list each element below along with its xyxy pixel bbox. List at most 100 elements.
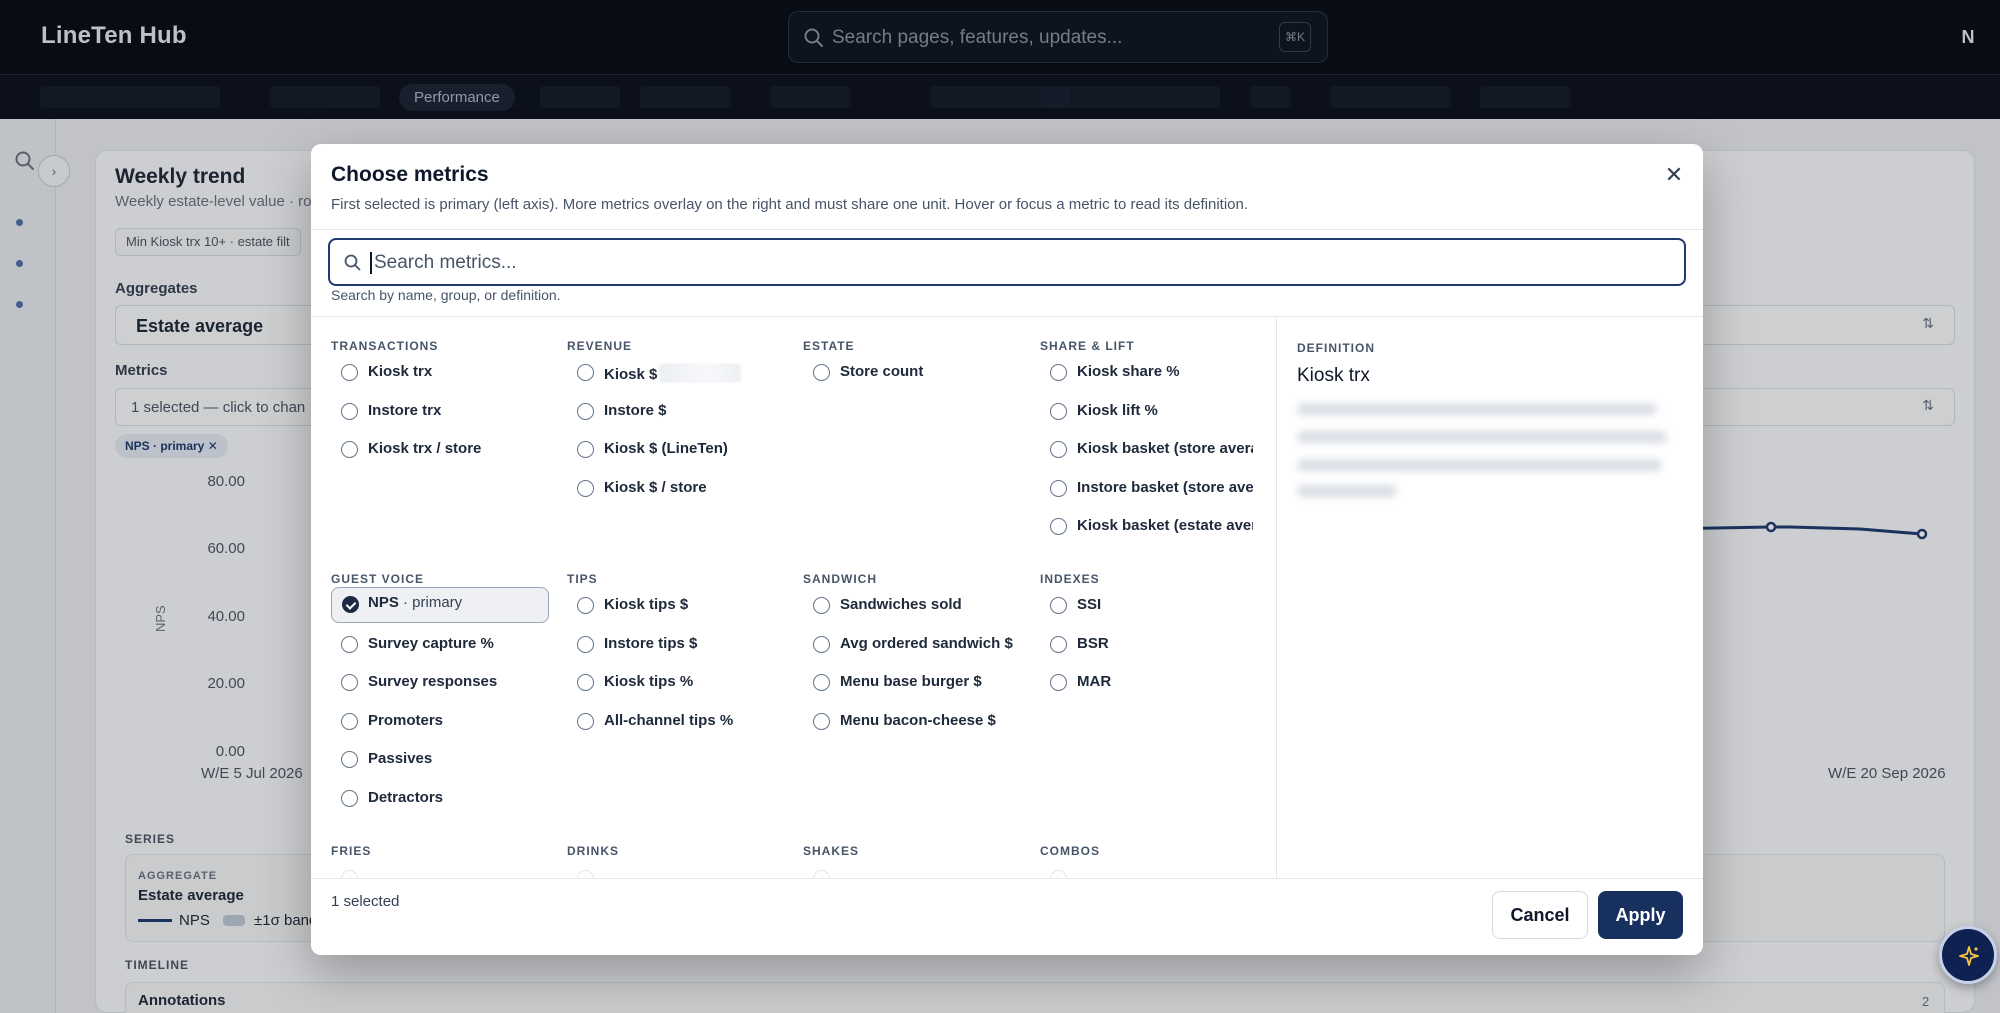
divider bbox=[311, 229, 1703, 230]
metric-option[interactable]: Instore basket (store average) bbox=[1040, 472, 1258, 504]
radio-button[interactable] bbox=[341, 441, 358, 458]
radio-button[interactable] bbox=[813, 713, 830, 730]
metric-option-label: Kiosk $ bbox=[604, 363, 780, 383]
radio-button[interactable] bbox=[341, 713, 358, 730]
metric-option[interactable]: Menu base burger $ bbox=[803, 666, 1021, 698]
radio-button[interactable] bbox=[341, 403, 358, 420]
group-title-estate: ESTATE bbox=[803, 339, 855, 353]
radio-button[interactable] bbox=[341, 870, 358, 878]
metric-option[interactable]: MAR bbox=[1040, 666, 1258, 698]
metric-option-label: BSR bbox=[1077, 635, 1109, 652]
radio-button[interactable] bbox=[1050, 364, 1067, 381]
metric-option-label: Kiosk tips % bbox=[604, 673, 694, 690]
metric-option[interactable]: Kiosk trx / store bbox=[331, 433, 549, 465]
radio-button[interactable] bbox=[341, 364, 358, 381]
radio-button[interactable] bbox=[813, 870, 830, 878]
metric-option-label: Instore basket (store average) bbox=[1077, 479, 1253, 496]
metric-option[interactable]: Instore tips $ bbox=[567, 628, 785, 660]
metric-option-selected[interactable]: NPS · primary bbox=[331, 587, 549, 623]
metric-option-label: Kiosk trx bbox=[368, 363, 433, 380]
metric-option[interactable]: Avg ordered sandwich $ bbox=[803, 628, 1021, 660]
assistant-button[interactable] bbox=[1939, 926, 1997, 984]
metric-option-clipped[interactable] bbox=[331, 862, 549, 878]
radio-button[interactable] bbox=[1050, 403, 1067, 420]
radio-button[interactable] bbox=[1050, 480, 1067, 497]
radio-button[interactable] bbox=[813, 674, 830, 691]
metric-option-label: Kiosk tips $ bbox=[604, 596, 689, 613]
radio-button[interactable] bbox=[813, 597, 830, 614]
definition-caption: DEFINITION bbox=[1297, 341, 1375, 355]
group-title-sandwich: SANDWICH bbox=[803, 572, 877, 586]
metric-option[interactable]: Kiosk basket (store average) bbox=[1040, 433, 1258, 465]
metric-option[interactable]: Kiosk tips $ bbox=[567, 589, 785, 621]
cancel-button[interactable]: Cancel bbox=[1492, 891, 1588, 939]
metric-option[interactable]: Kiosk trx bbox=[331, 356, 549, 388]
metric-option[interactable]: Detractors bbox=[331, 782, 549, 814]
group-title-indexes: INDEXES bbox=[1040, 572, 1100, 586]
metric-option-label: Promoters bbox=[368, 712, 444, 729]
radio-button[interactable] bbox=[577, 674, 594, 691]
radio-button[interactable] bbox=[1050, 636, 1067, 653]
radio-button[interactable] bbox=[341, 674, 358, 691]
metric-option[interactable]: Kiosk lift % bbox=[1040, 395, 1258, 427]
metric-search-input[interactable]: Search metrics... bbox=[328, 238, 1686, 286]
radio-button[interactable] bbox=[1050, 674, 1067, 691]
group-title-revenue: REVENUE bbox=[567, 339, 633, 353]
radio-button[interactable] bbox=[577, 403, 594, 420]
radio-button[interactable] bbox=[1050, 597, 1067, 614]
metric-option-clipped[interactable] bbox=[567, 862, 785, 878]
metric-option[interactable]: BSR bbox=[1040, 628, 1258, 660]
radio-button[interactable] bbox=[813, 636, 830, 653]
radio-button[interactable] bbox=[577, 870, 594, 878]
metric-option-label: Kiosk basket (store average) bbox=[1077, 440, 1253, 457]
metric-option-label: MAR bbox=[1077, 673, 1112, 690]
radio-button[interactable] bbox=[577, 441, 594, 458]
metric-option[interactable]: Kiosk basket (estate average) bbox=[1040, 510, 1258, 542]
radio-button[interactable] bbox=[341, 751, 358, 768]
metric-option[interactable]: Menu bacon-cheese $ bbox=[803, 705, 1021, 737]
metric-option[interactable]: Survey responses bbox=[331, 666, 549, 698]
redacted-detail bbox=[659, 363, 742, 383]
radio-button[interactable] bbox=[341, 636, 358, 653]
metric-option[interactable]: Survey capture % bbox=[331, 628, 549, 660]
metric-option[interactable]: All-channel tips % bbox=[567, 705, 785, 737]
metric-option[interactable]: Kiosk $ (LineTen) bbox=[567, 433, 785, 465]
group-title-guest-voice: GUEST VOICE bbox=[331, 572, 425, 586]
metric-option-label: Kiosk share % bbox=[1077, 363, 1180, 380]
metric-option-clipped[interactable] bbox=[803, 862, 1021, 878]
metric-option-label: Sandwiches sold bbox=[840, 596, 962, 613]
metric-option[interactable]: Kiosk tips % bbox=[567, 666, 785, 698]
metric-option-label: Kiosk $ (LineTen) bbox=[604, 440, 728, 457]
group-title-combos: COMBOS bbox=[1040, 844, 1100, 858]
metric-option-label: Passives bbox=[368, 750, 433, 767]
radio-button[interactable] bbox=[341, 790, 358, 807]
metric-option[interactable]: Sandwiches sold bbox=[803, 589, 1021, 621]
metric-option[interactable]: Promoters bbox=[331, 705, 549, 737]
radio-button[interactable] bbox=[577, 713, 594, 730]
radio-button[interactable] bbox=[1050, 518, 1067, 535]
metric-option[interactable]: SSI bbox=[1040, 589, 1258, 621]
metric-option[interactable]: Kiosk $ / store bbox=[567, 472, 785, 504]
radio-button[interactable] bbox=[577, 597, 594, 614]
radio-button[interactable] bbox=[577, 480, 594, 497]
apply-button[interactable]: Apply bbox=[1598, 891, 1683, 939]
metric-option-label: Survey capture % bbox=[368, 635, 494, 652]
metric-option-label: Instore tips $ bbox=[604, 635, 698, 652]
close-icon[interactable]: ✕ bbox=[1661, 162, 1687, 188]
metric-option[interactable]: Store count bbox=[803, 356, 1021, 388]
metric-option-clipped[interactable] bbox=[1040, 862, 1258, 878]
radio-button[interactable] bbox=[813, 364, 830, 381]
metric-option[interactable]: Instore trx bbox=[331, 395, 549, 427]
selected-count: 1 selected bbox=[331, 893, 400, 910]
definition-name: Kiosk trx bbox=[1297, 365, 1370, 386]
radio-button[interactable] bbox=[577, 636, 594, 653]
radio-button[interactable] bbox=[1050, 870, 1067, 878]
metric-option[interactable]: Instore $ bbox=[567, 395, 785, 427]
search-icon bbox=[344, 254, 361, 271]
radio-button-checked[interactable] bbox=[342, 596, 359, 613]
metric-option[interactable]: Kiosk share % bbox=[1040, 356, 1258, 388]
radio-button[interactable] bbox=[1050, 441, 1067, 458]
radio-button[interactable] bbox=[577, 364, 594, 381]
metric-option[interactable]: Passives bbox=[331, 743, 549, 775]
metric-option[interactable]: Kiosk $ bbox=[567, 356, 785, 388]
